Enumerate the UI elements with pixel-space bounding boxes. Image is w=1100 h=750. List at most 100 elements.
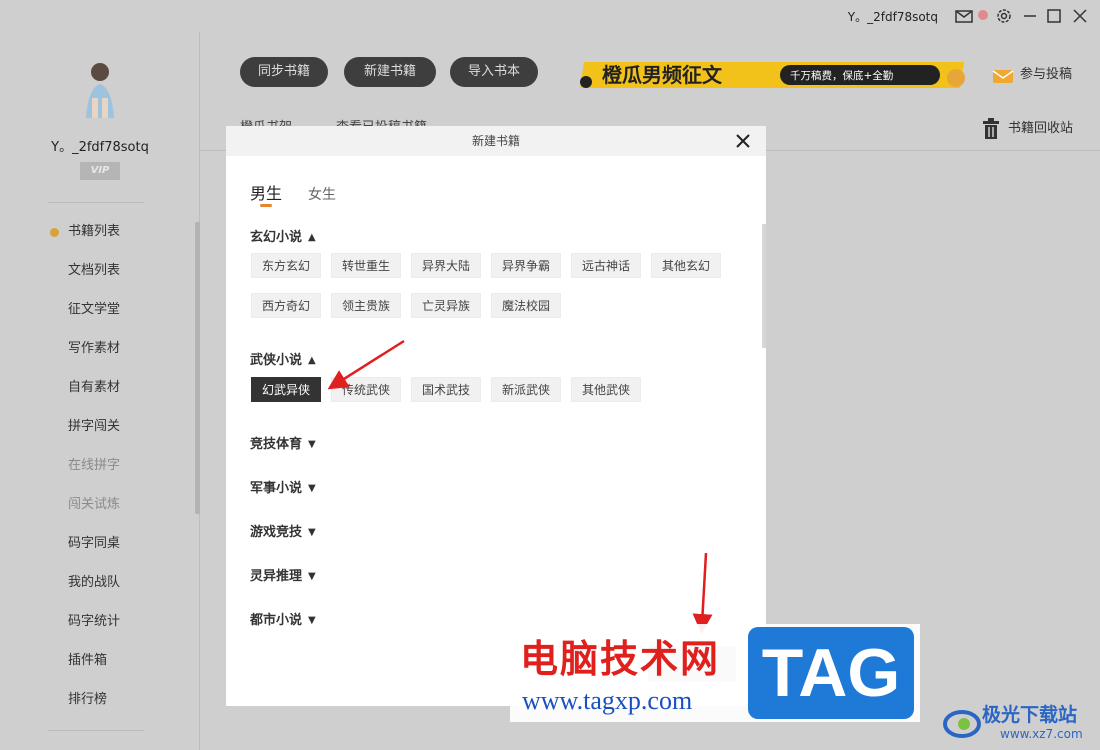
sidebar-item-ranking[interactable]: 排行榜 [0,688,196,727]
mail-icon[interactable] [954,6,974,26]
genre-tag[interactable]: 其他武侠 [571,377,641,402]
sidebar-item-doc-list[interactable]: 文档列表 [0,259,196,298]
caret-up-icon: ▲ [308,355,316,366]
sidebar-item-label: 自有素材 [68,380,121,395]
genre-tag-selected[interactable]: 幻武异侠 [251,377,321,402]
genre-tag[interactable]: 其他玄幻 [651,253,721,278]
sidebar-item-label: 在线拼字 [68,458,121,473]
minimize-icon[interactable] [1020,6,1040,26]
category-gaming[interactable]: 游戏竞技 ▼ [250,521,316,540]
sidebar-item-label: 征文学堂 [68,302,121,317]
notification-dot-icon [978,10,988,20]
genre-tag[interactable]: 领主贵族 [331,293,401,318]
caret-down-icon: ▼ [308,571,316,582]
genre-tag[interactable]: 国术武技 [411,377,481,402]
sidebar-item-my-team[interactable]: 我的战队 [0,571,196,610]
sidebar-item-label: 书籍列表 [68,224,121,239]
sidebar-divider [48,202,144,203]
caret-up-icon: ▲ [308,232,316,243]
avatar[interactable] [74,58,126,122]
sidebar-item-online-typing[interactable]: 在线拼字 [0,454,196,493]
sidebar-item-trial[interactable]: 闯关试炼 [0,493,196,532]
close-icon[interactable] [1070,6,1090,26]
sidebar-username: Y。_2fdf78sotq [51,140,149,155]
genre-tag[interactable]: 转世重生 [331,253,401,278]
sidebar-item-label: 插件箱 [68,653,108,668]
watermark-site2: 极光下载站 [982,704,1078,726]
category-title: 军事小说 [250,481,303,496]
import-book-button[interactable]: 导入书本 [450,57,538,87]
sidebar-scrollbar[interactable] [195,222,200,514]
category-military[interactable]: 军事小说 ▼ [250,477,316,496]
category-title: 竞技体育 [250,437,303,452]
sidebar-item-label: 文档列表 [68,263,121,278]
gear-icon[interactable] [994,6,1014,26]
sidebar-item-label: 拼字闯关 [68,419,121,434]
banner-subtitle: 千万稿费，保底+全勤 [790,69,893,82]
contribute-button[interactable]: 参与投稿 [992,63,1072,84]
category-wuxia[interactable]: 武侠小说 ▲ [250,349,316,368]
trash-icon [983,117,999,139]
category-sports[interactable]: 竞技体育 ▼ [250,433,316,452]
watermark-title: 电脑技术网 [520,636,721,681]
caret-down-icon: ▼ [308,483,316,494]
vip-badge[interactable]: VIP [80,162,120,180]
sidebar-item-typing-challenge[interactable]: 拼字闯关 [0,415,196,454]
titlebar-username[interactable]: Y。_2fdf78sotq [848,8,938,25]
sidebar-item-stats[interactable]: 码字统计 [0,610,196,649]
dialog-close-icon[interactable] [734,132,752,150]
caret-down-icon: ▼ [308,615,316,626]
dialog-scrollbar[interactable] [762,224,766,348]
sidebar-item-plugins[interactable]: 插件箱 [0,649,196,688]
maximize-icon[interactable] [1044,6,1064,26]
caret-down-icon: ▼ [308,439,316,450]
genre-tag[interactable]: 新派武侠 [491,377,561,402]
new-book-dialog: 新建书籍 男生 女生 玄幻小说 ▲ 东方玄幻 转世重生 异界大陆 异界争霸 远古神话… [226,126,766,706]
envelope-icon [992,69,1014,83]
genre-tag[interactable]: 传统武侠 [331,377,401,402]
dialog-title: 新建书籍 [471,134,520,148]
genre-tag[interactable]: 远古神话 [571,253,641,278]
contribute-label: 参与投稿 [1020,67,1073,82]
sidebar: Y。_2fdf78sotq VIP 书籍列表 文档列表 征文学堂 写作素材 自有… [0,32,200,750]
tab-male[interactable]: 男生 [250,180,282,207]
xz7-logo-icon [943,710,981,738]
watermark-tag-logo: TAG [748,627,914,719]
genre-tag[interactable]: 异界大陆 [411,253,481,278]
genre-tag[interactable]: 亡灵异族 [411,293,481,318]
category-title: 灵异推理 [250,569,303,584]
gender-tabs: 男生 女生 [250,180,362,207]
sidebar-item-label: 写作素材 [68,341,121,356]
genre-tag[interactable]: 东方玄幻 [251,253,321,278]
contest-banner[interactable]: 橙瓜男频征文 千万稿费，保底+全勤 [576,58,970,92]
new-book-button[interactable]: 新建书籍 [344,57,436,87]
category-xuanhuan[interactable]: 玄幻小说 ▲ [250,226,316,245]
recycle-bin-button[interactable]: 书籍回收站 [982,117,1073,140]
tab-female[interactable]: 女生 [308,184,336,204]
banner-title: 橙瓜男频征文 [602,63,723,87]
sidebar-item-desk-mate[interactable]: 码字同桌 [0,532,196,571]
sidebar-item-label: 闯关试炼 [68,497,121,512]
genre-tag[interactable]: 异界争霸 [491,253,561,278]
sidebar-item-label: 码字统计 [68,614,121,629]
category-title: 游戏竞技 [250,525,303,540]
genre-tag[interactable]: 西方奇幻 [251,293,321,318]
category-mystery[interactable]: 灵异推理 ▼ [250,565,316,584]
category-title: 武侠小说 [250,353,303,368]
sidebar-item-writing-material[interactable]: 写作素材 [0,337,196,376]
category-urban[interactable]: 都市小说 ▼ [250,609,316,628]
sidebar-item-book-list[interactable]: 书籍列表 [0,220,196,259]
sync-books-button[interactable]: 同步书籍 [240,57,328,87]
sidebar-item-label: 码字同桌 [68,536,121,551]
sidebar-menu: 书籍列表 文档列表 征文学堂 写作素材 自有素材 拼字闯关 在线拼字 闯关试炼 … [0,220,196,727]
dialog-header: 新建书籍 [226,126,766,156]
watermark-url: www.tagxp.com [522,686,693,715]
sidebar-item-label: 我的战队 [68,575,121,590]
sidebar-item-own-material[interactable]: 自有素材 [0,376,196,415]
active-dot-icon [50,228,59,237]
sidebar-item-contest-school[interactable]: 征文学堂 [0,298,196,337]
category-title: 玄幻小说 [250,230,303,245]
title-bar: Y。_2fdf78sotq [0,0,1100,32]
category-title: 都市小说 [250,613,303,628]
genre-tag[interactable]: 魔法校园 [491,293,561,318]
